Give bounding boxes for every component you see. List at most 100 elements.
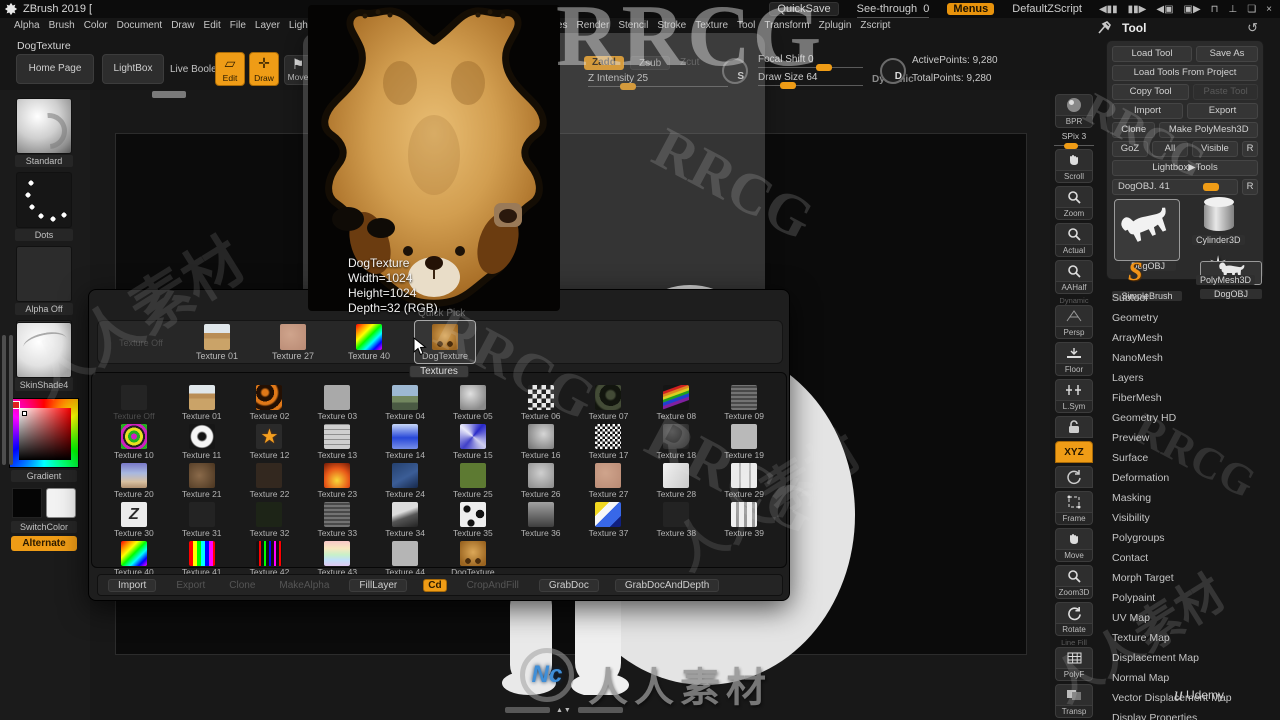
section-subtool[interactable]: Subtool <box>1106 288 1264 308</box>
lock-icon[interactable]: ⊓ <box>1211 4 1219 15</box>
section-preview[interactable]: Preview <box>1106 428 1264 448</box>
grid-texture-texture-23[interactable]: Texture 23 <box>303 463 371 499</box>
menu-edit[interactable]: Edit <box>204 20 221 36</box>
grid-texture-texture-02[interactable]: Texture 02 <box>236 385 304 421</box>
strip-spix-3[interactable]: SPix 3 <box>1052 131 1096 149</box>
strip-lock[interactable] <box>1052 416 1096 438</box>
canvas-vscrollbar[interactable] <box>2 335 6 465</box>
strip-orbit[interactable] <box>1052 466 1096 488</box>
close-window-icon[interactable]: × <box>1266 4 1272 15</box>
material-thumb-skinshade4[interactable] <box>16 322 72 378</box>
grid-texture-texture-30[interactable]: Texture 30 <box>100 502 168 538</box>
active-tool-thumb[interactable] <box>1114 199 1180 261</box>
section-uv-map[interactable]: UV Map <box>1106 608 1264 628</box>
grid-texture-texture-17[interactable]: Texture 17 <box>575 424 643 460</box>
goz-button[interactable]: GoZ <box>1112 141 1148 157</box>
simplebrush-thumb[interactable]: S <box>1128 257 1142 287</box>
current-brush[interactable]: Standard <box>15 98 73 167</box>
section-nanomesh[interactable]: NanoMesh <box>1106 348 1264 368</box>
action-cropandfill[interactable]: CropAndFill <box>463 580 523 591</box>
grid-texture-texture-34[interactable]: Texture 34 <box>371 502 439 538</box>
action-grabdoc[interactable]: GrabDoc <box>538 578 599 592</box>
edit-mode-button[interactable]: ▱ Edit <box>215 52 245 86</box>
grid-texture-texture-19[interactable]: Texture 19 <box>710 424 778 460</box>
section-normal-map[interactable]: Normal Map <box>1106 668 1264 688</box>
grid-texture-texture-37[interactable]: Texture 37 <box>575 502 643 538</box>
grid-texture-texture-11[interactable]: Texture 11 <box>168 424 236 460</box>
grid-texture-texture-08[interactable]: Texture 08 <box>642 385 710 421</box>
menu-document[interactable]: Document <box>117 20 163 36</box>
hue-square[interactable] <box>9 398 79 468</box>
menu-transform[interactable]: Transform <box>764 20 809 36</box>
undo-history-icon[interactable]: ◀▮▮ <box>1099 4 1118 15</box>
grid-texture-texture-43[interactable]: Texture 43 <box>303 541 371 577</box>
grid-texture-texture-41[interactable]: Texture 41 <box>168 541 236 577</box>
goz-all-button[interactable]: All <box>1151 141 1188 157</box>
lightbox-divider-handle[interactable] <box>152 91 186 98</box>
sv-square[interactable] <box>19 408 71 460</box>
grid-texture-texture-28[interactable]: Texture 28 <box>642 463 710 499</box>
alternate-button[interactable]: Alternate <box>11 536 77 551</box>
tool-palette-title[interactable]: Tool <box>1122 21 1146 35</box>
clone-button[interactable]: Clone <box>1112 122 1156 138</box>
strip-transp[interactable]: Transp <box>1052 684 1096 718</box>
goz-r-button[interactable]: R <box>1242 141 1258 157</box>
grid-texture-texture-38[interactable]: Texture 38 <box>642 502 710 538</box>
menu-file[interactable]: File <box>230 20 246 36</box>
grid-texture-texture-27[interactable]: Texture 27 <box>575 463 643 499</box>
section-arraymesh[interactable]: ArrayMesh <box>1106 328 1264 348</box>
section-layers[interactable]: Layers <box>1106 368 1264 388</box>
make-polymesh3d-button[interactable]: Make PolyMesh3D <box>1159 122 1258 138</box>
draw-mode-button[interactable]: ✛ Draw <box>249 52 279 86</box>
action-filllayer[interactable]: FillLayer <box>349 578 408 592</box>
grid-texture-texture-01[interactable]: Texture 01 <box>168 385 236 421</box>
section-morph-target[interactable]: Morph Target <box>1106 568 1264 588</box>
palette-reset-icon[interactable]: ↺ <box>1247 20 1258 36</box>
grid-texture-texture-25[interactable]: Texture 25 <box>439 463 507 499</box>
tool-slot-slider[interactable]: DogOBJ. 41 <box>1112 179 1238 195</box>
grid-texture-texture-44[interactable]: Texture 44 <box>371 541 439 577</box>
action-clone[interactable]: Clone <box>225 580 259 591</box>
grid-texture-texture-16[interactable]: Texture 16 <box>507 424 575 460</box>
quickpick-texture-off[interactable]: Texture Off <box>110 337 172 348</box>
grid-texture-texture-35[interactable]: Texture 35 <box>439 502 507 538</box>
current-alpha[interactable]: Alpha Off <box>15 246 73 315</box>
current-material[interactable]: SkinShade4 <box>15 322 73 391</box>
divider-dock-icon[interactable]: ⊥ <box>1228 4 1237 15</box>
section-geometry[interactable]: Geometry <box>1106 308 1264 328</box>
stroke-thumb-dots[interactable] <box>16 172 72 228</box>
strip-scroll[interactable]: Scroll <box>1052 149 1096 183</box>
bottom-tray-divider[interactable]: ▲▼ <box>505 705 655 715</box>
grid-texture-texture-20[interactable]: Texture 20 <box>100 463 168 499</box>
lightbox-tools-button[interactable]: Lightbox▶Tools <box>1112 160 1258 176</box>
strip-floor[interactable]: Floor <box>1052 342 1096 376</box>
menu-color[interactable]: Color <box>84 20 108 36</box>
home-page-button[interactable]: Home Page <box>16 54 94 84</box>
section-masking[interactable]: Masking <box>1106 488 1264 508</box>
draw-size-slider[interactable]: Draw Size 64 <box>758 72 863 89</box>
grid-texture-texture-12[interactable]: Texture 12 <box>236 424 304 460</box>
switch-color-button[interactable]: SwitchColor <box>11 521 77 533</box>
color-picker[interactable]: Gradient SwitchColor Alternate <box>8 398 80 551</box>
export-button[interactable]: Export <box>1187 103 1258 119</box>
strip-rotate[interactable]: Rotate <box>1052 602 1096 636</box>
grid-texture-texture-14[interactable]: Texture 14 <box>371 424 439 460</box>
menus-button[interactable]: Menus <box>947 3 995 15</box>
grid-texture-dogtexture[interactable]: DogTexture <box>439 541 507 577</box>
grid-texture-texture-09[interactable]: Texture 09 <box>710 385 778 421</box>
gradient-label[interactable]: Gradient <box>11 470 77 482</box>
section-polygroups[interactable]: Polygroups <box>1106 528 1264 548</box>
menu-zscript[interactable]: Zscript <box>860 20 890 36</box>
redo-history-icon[interactable]: ▮▮▶ <box>1128 4 1147 15</box>
copy-doc-icon[interactable]: ◀▣ <box>1156 4 1173 15</box>
section-geometry-hd[interactable]: Geometry HD <box>1106 408 1264 428</box>
canvas-vscrollbar-2[interactable] <box>9 335 13 465</box>
section-surface[interactable]: Surface <box>1106 448 1264 468</box>
depth-badge[interactable]: D <box>880 58 906 84</box>
strip-bpr[interactable]: BPR <box>1052 94 1096 128</box>
section-texture-map[interactable]: Texture Map <box>1106 628 1264 648</box>
grid-texture-texture-15[interactable]: Texture 15 <box>439 424 507 460</box>
main-color-swatch[interactable] <box>12 488 42 518</box>
grid-texture-texture-13[interactable]: Texture 13 <box>303 424 371 460</box>
section-fibermesh[interactable]: FiberMesh <box>1106 388 1264 408</box>
